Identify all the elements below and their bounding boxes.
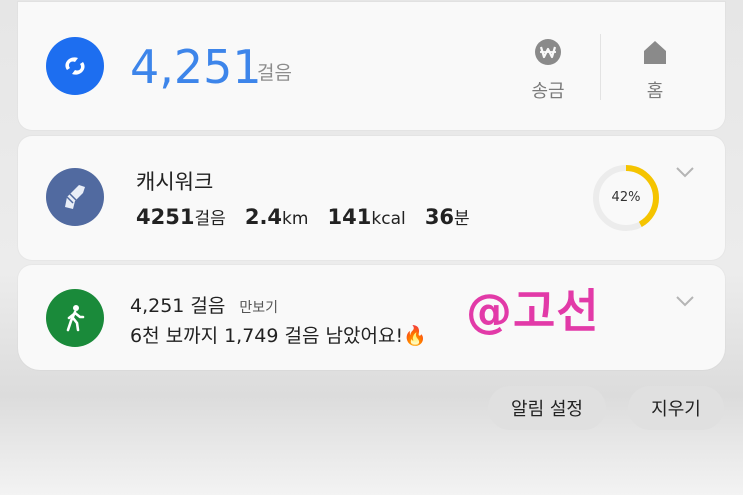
pedometer-app-name: 만보기 [239, 300, 279, 316]
stat-steps-value: 4251 [136, 205, 195, 229]
home-icon [644, 41, 666, 64]
won-coin-icon [535, 39, 561, 65]
alarm-settings-button[interactable]: 알림 설정 [488, 386, 606, 430]
stat-distance-unit: km [282, 209, 309, 229]
chevron-down-icon[interactable] [675, 295, 695, 307]
stat-steps-unit: 걸음 [194, 209, 226, 229]
watermark: @고선 [466, 284, 600, 338]
cashwalk-stats: 4251걸음 2.4km 141kcal 36분 [136, 204, 484, 229]
pay-steps-card[interactable]: 4,251 걸음 송금 홈 [18, 2, 725, 130]
pedometer-steps: 4,251 걸음 [130, 295, 226, 317]
stat-calories-value: 141 [327, 205, 372, 229]
cashwalk-title: 캐시워크 [136, 170, 214, 194]
home-button[interactable]: 홈 [620, 37, 690, 103]
send-money-button[interactable]: 송금 [513, 37, 583, 103]
step-unit: 걸음 [257, 62, 292, 84]
pedometer-card[interactable]: 4,251 걸음 만보기 6천 보까지 1,749 걸음 남았어요!🔥 @고선 [18, 265, 725, 370]
cashwalk-card[interactable]: 캐시워크 4251걸음 2.4km 141kcal 36분 42% [18, 136, 725, 260]
pay-logo-icon [46, 37, 104, 95]
walking-person-icon [46, 289, 104, 347]
shoe-icon [46, 168, 104, 226]
stat-distance-value: 2.4 [244, 205, 283, 229]
stat-calories-unit: kcal [371, 209, 406, 229]
step-count: 4,251 [130, 40, 262, 94]
home-label: 홈 [646, 81, 664, 102]
pedometer-message: 6천 보까지 1,749 걸음 남았어요!🔥 [130, 325, 427, 347]
stat-minutes-value: 36 [424, 205, 455, 229]
clear-button[interactable]: 지우기 [628, 386, 724, 430]
stat-minutes-unit: 분 [454, 209, 470, 229]
pedometer-steps-row: 4,251 걸음 만보기 [130, 291, 278, 318]
divider [600, 34, 601, 100]
send-money-label: 송금 [531, 81, 565, 102]
progress-label: 42% [611, 190, 641, 205]
chevron-down-icon[interactable] [675, 166, 695, 178]
